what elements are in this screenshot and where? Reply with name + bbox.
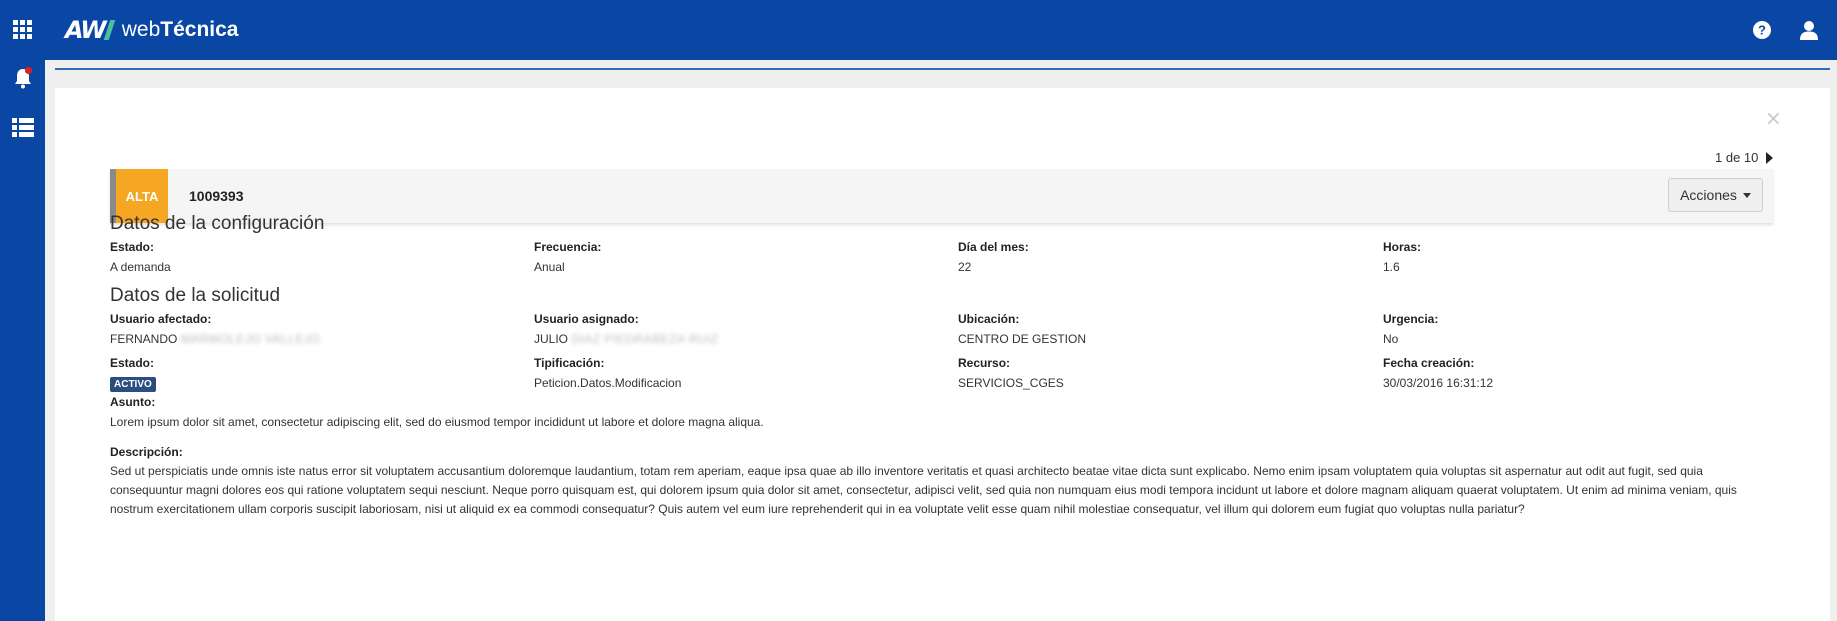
request-field-status: Estado: ACTIVO <box>110 356 156 392</box>
left-sidebar <box>0 0 45 621</box>
pager-text: 1 de 10 <box>1715 150 1759 165</box>
pager: 1 de 10 <box>1715 150 1774 165</box>
caret-down-icon <box>1742 192 1751 198</box>
record-id: 1009393 <box>189 188 244 204</box>
request-field-typification: Tipificación: Peticion.Datos.Modificacio… <box>534 356 682 390</box>
user-icon[interactable] <box>1797 18 1821 42</box>
config-section-title: Datos de la configuración <box>110 213 325 234</box>
actions-label: Acciones <box>1680 187 1737 203</box>
config-field-dia-mes: Día del mes: 22 <box>958 240 1029 274</box>
request-description-text: Sed ut perspiciatis unde omnis iste natu… <box>110 464 1737 516</box>
request-field-subject: Asunto: Lorem ipsum dolor sit amet, cons… <box>110 395 764 429</box>
record-header: ALTA 1009393 Acciones <box>110 169 1773 223</box>
redacted-surname: DIAZ PIEDRABEZA RUIZ <box>571 332 719 346</box>
apps-grid-icon[interactable] <box>0 10 45 50</box>
config-field-horas: Horas: 1.6 <box>1383 240 1422 274</box>
header-divider <box>55 68 1830 70</box>
app-logo[interactable]: AW webTécnica <box>65 16 238 44</box>
notifications-bell-icon[interactable] <box>0 58 45 98</box>
list-icon[interactable] <box>0 108 45 148</box>
request-field-location: Ubicación: CENTRO DE GESTION <box>958 312 1087 346</box>
detail-panel: × 1 de 10 ALTA 1009393 Acciones Datos de… <box>55 88 1830 621</box>
request-section-title: Datos de la solicitud <box>110 285 281 306</box>
status-badge: ACTIVO <box>110 377 156 392</box>
request-field-created: Fecha creación: 30/03/2016 16:31:12 <box>1383 356 1494 390</box>
request-field-affected-user: Usuario afectado: FERNANDO MARMOLEJO VAL… <box>110 312 321 346</box>
request-field-resource: Recurso: SERVICIOS_CGES <box>958 356 1064 390</box>
svg-text:?: ? <box>1758 23 1766 38</box>
config-field-estado: Estado: A demanda <box>110 240 171 274</box>
close-icon[interactable]: × <box>1765 108 1782 128</box>
request-field-urgency: Urgencia: No <box>1383 312 1439 346</box>
config-field-frecuencia: Frecuencia: Anual <box>534 240 602 274</box>
request-field-assigned-user: Usuario asignado: JULIO DIAZ PIEDRABEZA … <box>534 312 719 346</box>
actions-dropdown-button[interactable]: Acciones <box>1668 178 1763 212</box>
request-field-description-label: Descripción: <box>110 445 183 459</box>
top-header-bar: AW webTécnica ? <box>45 0 1837 60</box>
help-icon[interactable]: ? <box>1750 18 1774 42</box>
brand-mark: AW <box>65 16 115 44</box>
next-arrow-icon[interactable] <box>1766 151 1774 164</box>
redacted-surname: MARMOLEJO VALLEJO <box>180 332 321 346</box>
brand-name: webTécnica <box>121 18 239 41</box>
